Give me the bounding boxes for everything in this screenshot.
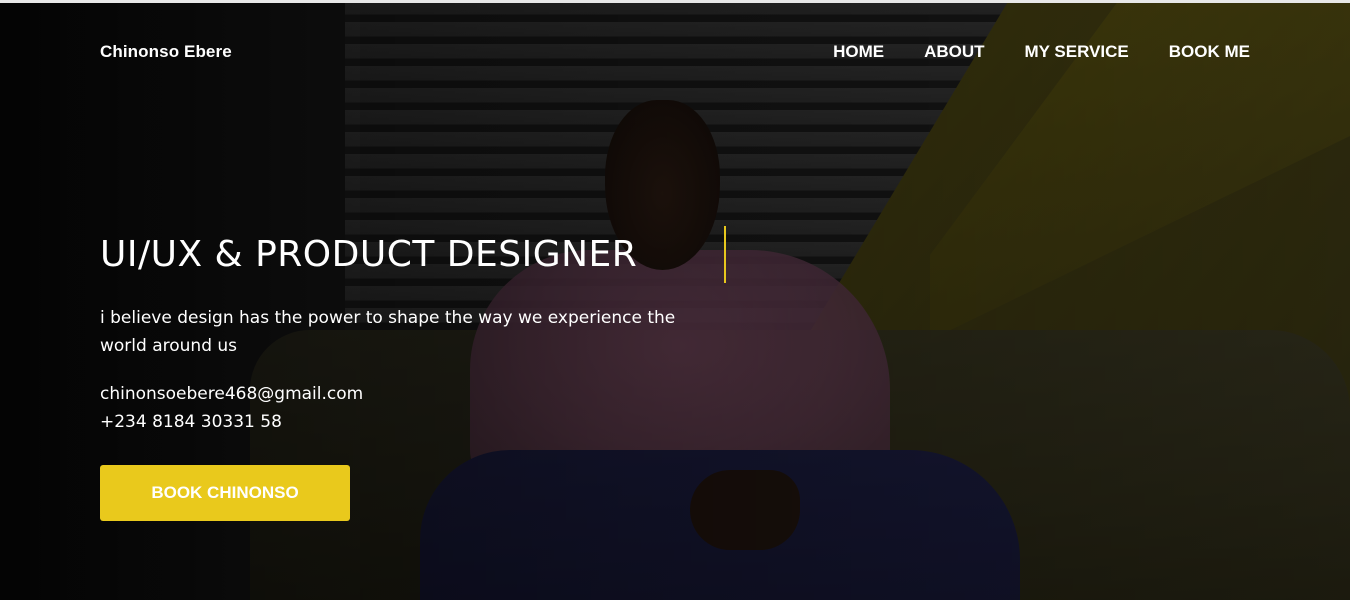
contact-email[interactable]: chinonsoebere468@gmail.com: [100, 380, 363, 408]
contact-phone[interactable]: +234 8184 30331 58: [100, 408, 363, 436]
hero-tagline: i believe design has the power to shape …: [100, 308, 676, 356]
top-edge-line: [0, 0, 1350, 3]
nav-about[interactable]: ABOUT: [924, 42, 984, 62]
nav-book-me[interactable]: BOOK ME: [1169, 42, 1250, 62]
hero-section: Chinonso Ebere HOME ABOUT MY SERVICE BOO…: [0, 0, 1350, 600]
book-chinonso-button[interactable]: BOOK CHINONSO: [100, 465, 350, 521]
hero-headline: UI/UX & PRODUCT DESIGNER: [100, 234, 638, 275]
contact-info: chinonsoebere468@gmail.com +234 8184 303…: [100, 380, 363, 436]
nav-home[interactable]: HOME: [833, 42, 884, 62]
brand-logo-text[interactable]: Chinonso Ebere: [100, 42, 232, 62]
main-nav: HOME ABOUT MY SERVICE BOOK ME: [833, 42, 1250, 62]
typing-cursor: [724, 226, 726, 283]
nav-my-service[interactable]: MY SERVICE: [1025, 42, 1129, 62]
